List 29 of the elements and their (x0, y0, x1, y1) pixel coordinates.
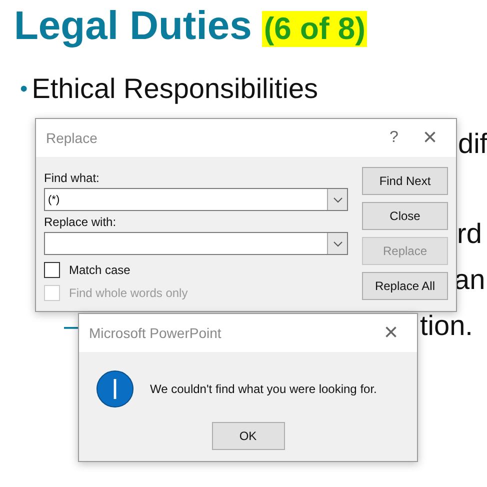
chevron-down-icon[interactable] (332, 240, 342, 246)
combo-box[interactable]: (*) (44, 188, 348, 211)
field-label: Replace with: (44, 215, 118, 229)
bullet-text: Ethical Responsibilities (32, 73, 318, 105)
dialog-title: Replace (46, 130, 98, 146)
checkbox-label: Find whole words only (69, 286, 188, 300)
dialog-button[interactable]: Find Next (362, 167, 448, 195)
dialog-button[interactable]: Close (362, 202, 448, 230)
combo-input[interactable]: (*) (45, 189, 327, 210)
checkbox-label: Match case (69, 263, 130, 277)
checkbox[interactable] (44, 262, 60, 278)
chevron-down-icon[interactable] (332, 196, 342, 202)
close-button[interactable]: × (373, 319, 409, 347)
message-text: We couldn't find what you were looking for. (150, 382, 377, 396)
slide-counter: (6 of 8) (262, 11, 368, 47)
slide-text: tion. (420, 310, 473, 342)
dialog-button[interactable]: Replace All (362, 272, 448, 300)
bullet: • (20, 76, 28, 102)
ok-button[interactable]: OK (212, 422, 284, 450)
close-button[interactable]: × (412, 124, 448, 152)
info-icon (96, 370, 134, 408)
dropdown-button[interactable] (327, 233, 347, 254)
help-button[interactable]: ? (376, 129, 412, 147)
combo-box[interactable] (44, 232, 348, 255)
slide-text: rd (457, 218, 482, 250)
slide-title: Legal Duties (14, 4, 252, 49)
dropdown-button[interactable] (327, 189, 347, 210)
field-label: Find what: (44, 171, 100, 185)
dialog-title: Microsoft PowerPoint (89, 325, 222, 341)
